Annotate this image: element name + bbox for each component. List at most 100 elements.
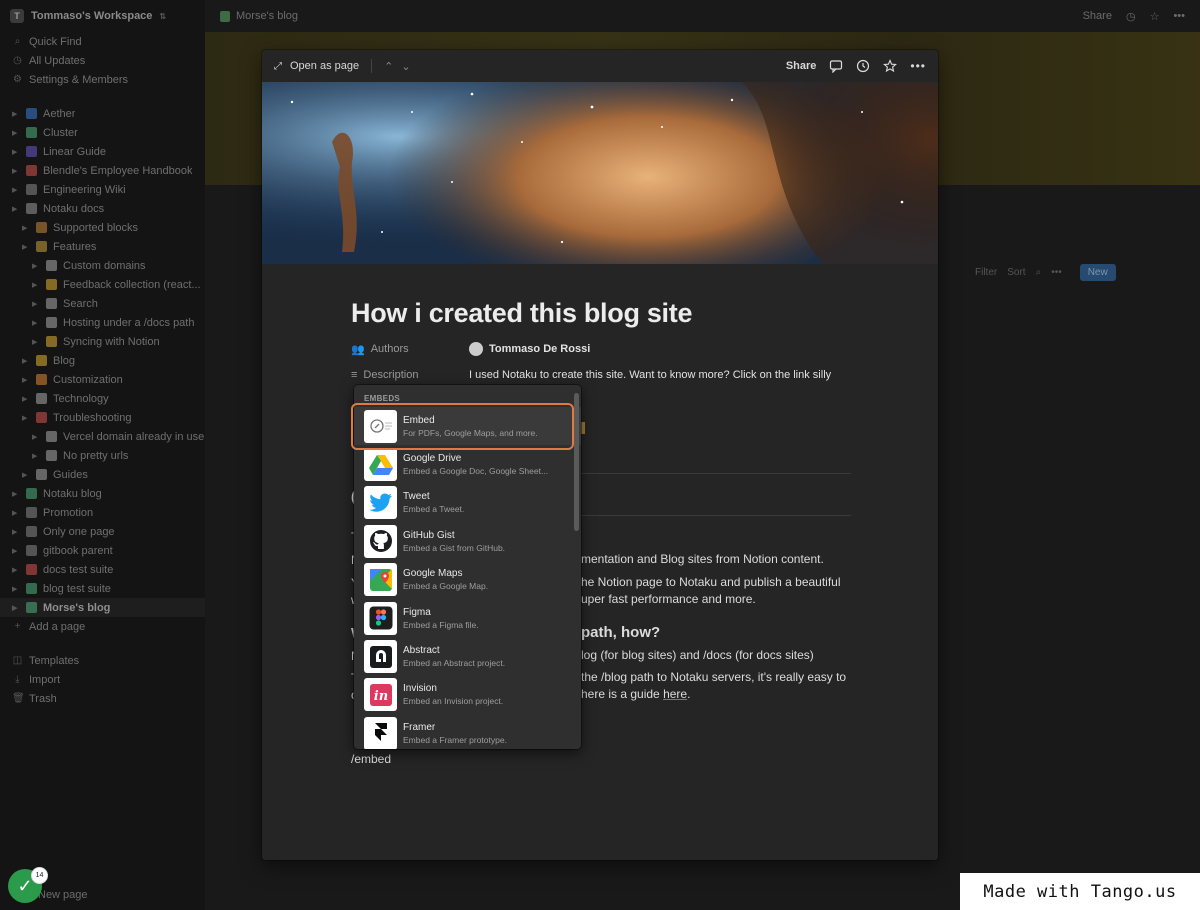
page-cover-image[interactable] (262, 82, 938, 264)
toggle-triangle-icon[interactable]: ▶ (22, 414, 30, 422)
toggle-triangle-icon[interactable]: ▶ (12, 604, 20, 612)
sidebar-page[interactable]: ▶ docs test suite (0, 560, 205, 579)
new-button[interactable]: New (1079, 263, 1116, 281)
sidebar-item-import[interactable]: ⤓ Import (0, 670, 205, 689)
sidebar-page[interactable]: ▶ Blendle's Employee Handbook (0, 161, 205, 180)
sidebar-page[interactable]: ▶ Guides (0, 465, 205, 484)
toggle-triangle-icon[interactable]: ▶ (32, 262, 40, 270)
toggle-triangle-icon[interactable]: ▶ (12, 585, 20, 593)
sidebar-item-trash[interactable]: 🗑 Trash (0, 689, 205, 708)
toggle-triangle-icon[interactable]: ▶ (12, 528, 20, 536)
favorite-star-icon[interactable]: ☆ (1150, 10, 1160, 23)
new-page-button[interactable]: New page (38, 889, 88, 901)
menu-scrollbar[interactable] (574, 393, 579, 531)
toggle-triangle-icon[interactable]: ▶ (32, 281, 40, 289)
toggle-triangle-icon[interactable]: ▶ (12, 148, 20, 156)
toggle-triangle-icon[interactable]: ▶ (12, 205, 20, 213)
sidebar-page[interactable]: ▶ Features (0, 237, 205, 256)
toggle-triangle-icon[interactable]: ▶ (22, 471, 30, 479)
sidebar-item-all-updates[interactable]: ◷ All Updates (0, 51, 205, 70)
sidebar-page[interactable]: ▶ Promotion (0, 503, 205, 522)
sidebar-page[interactable]: ▶ Linear Guide (0, 142, 205, 161)
toggle-triangle-icon[interactable]: ▶ (32, 300, 40, 308)
menu-item-abstract[interactable]: Abstract Embed an Abstract project. (354, 637, 581, 675)
toggle-triangle-icon[interactable]: ▶ (12, 110, 20, 118)
sidebar-item-quick-find[interactable]: ⌕ Quick Find (0, 32, 205, 51)
toggle-triangle-icon[interactable]: ▶ (32, 452, 40, 460)
toggle-triangle-icon[interactable]: ▶ (32, 319, 40, 327)
toggle-triangle-icon[interactable]: ▶ (22, 357, 30, 365)
sidebar-page[interactable]: ▶ gitbook parent (0, 541, 205, 560)
menu-item-embed[interactable]: Embed For PDFs, Google Maps, and more. (354, 407, 581, 446)
toggle-triangle-icon[interactable]: ▶ (32, 433, 40, 441)
sort-button[interactable]: Sort (1007, 267, 1025, 278)
add-page-button[interactable]: + Add a page (0, 617, 205, 636)
sidebar-page[interactable]: ▶ Customization (0, 370, 205, 389)
page-emoji-icon (26, 564, 37, 575)
toggle-triangle-icon[interactable]: ▶ (12, 566, 20, 574)
toggle-triangle-icon[interactable]: ▶ (12, 547, 20, 555)
more-icon[interactable]: ••• (910, 59, 926, 73)
sidebar-page[interactable]: ▶ No pretty urls (0, 446, 205, 465)
menu-item-framer[interactable]: Framer Embed a Framer prototype. (354, 714, 581, 749)
slash-command-text[interactable]: /embed (351, 752, 391, 766)
expand-icon[interactable]: ⤢ (274, 61, 282, 72)
sidebar-page[interactable]: ▶ Supported blocks (0, 218, 205, 237)
sidebar-item-settings-members[interactable]: ⚙ Settings & Members (0, 70, 205, 89)
guide-link[interactable]: here (663, 687, 687, 701)
menu-item-google-maps[interactable]: Google Maps Embed a Google Map. (354, 561, 581, 599)
toggle-triangle-icon[interactable]: ▶ (22, 224, 30, 232)
toggle-triangle-icon[interactable]: ▶ (32, 338, 40, 346)
sidebar-page[interactable]: ▶ Syncing with Notion (0, 332, 205, 351)
sidebar-page-label: Promotion (43, 506, 94, 519)
sidebar-page[interactable]: ▶ Custom domains (0, 256, 205, 275)
sidebar-page[interactable]: ▶ Aether (0, 104, 205, 123)
sidebar-page[interactable]: ▶ Only one page (0, 522, 205, 541)
sidebar-page-label: Search (63, 297, 98, 310)
menu-item-tweet[interactable]: Tweet Embed a Tweet. (354, 484, 581, 522)
more-icon[interactable]: ••• (1173, 10, 1185, 22)
sidebar-page[interactable]: ▶ Search (0, 294, 205, 313)
updates-clock-icon[interactable]: ◷ (1126, 10, 1136, 23)
toggle-triangle-icon[interactable]: ▶ (22, 395, 30, 403)
toggle-triangle-icon[interactable]: ▶ (22, 243, 30, 251)
chevron-up-icon[interactable]: ⌃ (384, 60, 393, 73)
search-icon[interactable]: ⌕ (1036, 267, 1042, 278)
chevron-down-icon[interactable]: ⌄ (401, 60, 410, 73)
sidebar-page[interactable]: ▶ Cluster (0, 123, 205, 142)
toggle-triangle-icon[interactable]: ▶ (12, 490, 20, 498)
property-authors[interactable]: 👥 Authors Tommaso De Rossi (351, 336, 851, 362)
sidebar-page[interactable]: ▶ Technology (0, 389, 205, 408)
sidebar-page[interactable]: ▶ Notaku blog (0, 484, 205, 503)
sidebar-page[interactable]: ▶ Feedback collection (react... (0, 275, 205, 294)
sidebar-page[interactable]: ▶ Blog (0, 351, 205, 370)
toggle-triangle-icon[interactable]: ▶ (12, 129, 20, 137)
menu-item-github-gist[interactable]: GitHub Gist Embed a Gist from GitHub. (354, 522, 581, 560)
sidebar-page[interactable]: ▶ Morse's blog (0, 598, 205, 617)
sidebar-page[interactable]: ▶ Vercel domain already in use (0, 427, 205, 446)
toggle-triangle-icon[interactable]: ▶ (12, 167, 20, 175)
sidebar-page[interactable]: ▶ blog test suite (0, 579, 205, 598)
comment-icon[interactable] (829, 59, 843, 73)
sidebar-page[interactable]: ▶ Troubleshooting (0, 408, 205, 427)
menu-item-invision[interactable]: in Invision Embed an Invision project. (354, 676, 581, 714)
filter-button[interactable]: Filter (975, 267, 997, 278)
toggle-triangle-icon[interactable]: ▶ (12, 509, 20, 517)
sidebar-page[interactable]: ▶ Notaku docs (0, 199, 205, 218)
updates-clock-icon[interactable] (856, 59, 870, 73)
favorite-star-icon[interactable] (883, 59, 898, 73)
toggle-triangle-icon[interactable]: ▶ (22, 376, 30, 384)
toggle-triangle-icon[interactable]: ▶ (12, 186, 20, 194)
modal-share-button[interactable]: Share (786, 60, 817, 72)
menu-item-figma[interactable]: Figma Embed a Figma file. (354, 599, 581, 637)
topbar-share-button[interactable]: Share (1083, 10, 1112, 22)
sidebar-item-templates[interactable]: ◫ Templates (0, 651, 205, 670)
more-icon[interactable]: ••• (1051, 267, 1062, 278)
menu-item-google-drive[interactable]: Google Drive Embed a Google Doc, Google S… (354, 445, 581, 483)
sidebar-page[interactable]: ▶ Engineering Wiki (0, 180, 205, 199)
sidebar-page[interactable]: ▶ Hosting under a /docs path (0, 313, 205, 332)
page-title[interactable]: How i created this blog site (351, 298, 692, 329)
open-as-page-button[interactable]: Open as page (290, 60, 359, 72)
workspace-switcher[interactable]: T Tommaso's Workspace ⇅ (0, 0, 205, 32)
breadcrumb[interactable]: Morse's blog (236, 10, 298, 22)
